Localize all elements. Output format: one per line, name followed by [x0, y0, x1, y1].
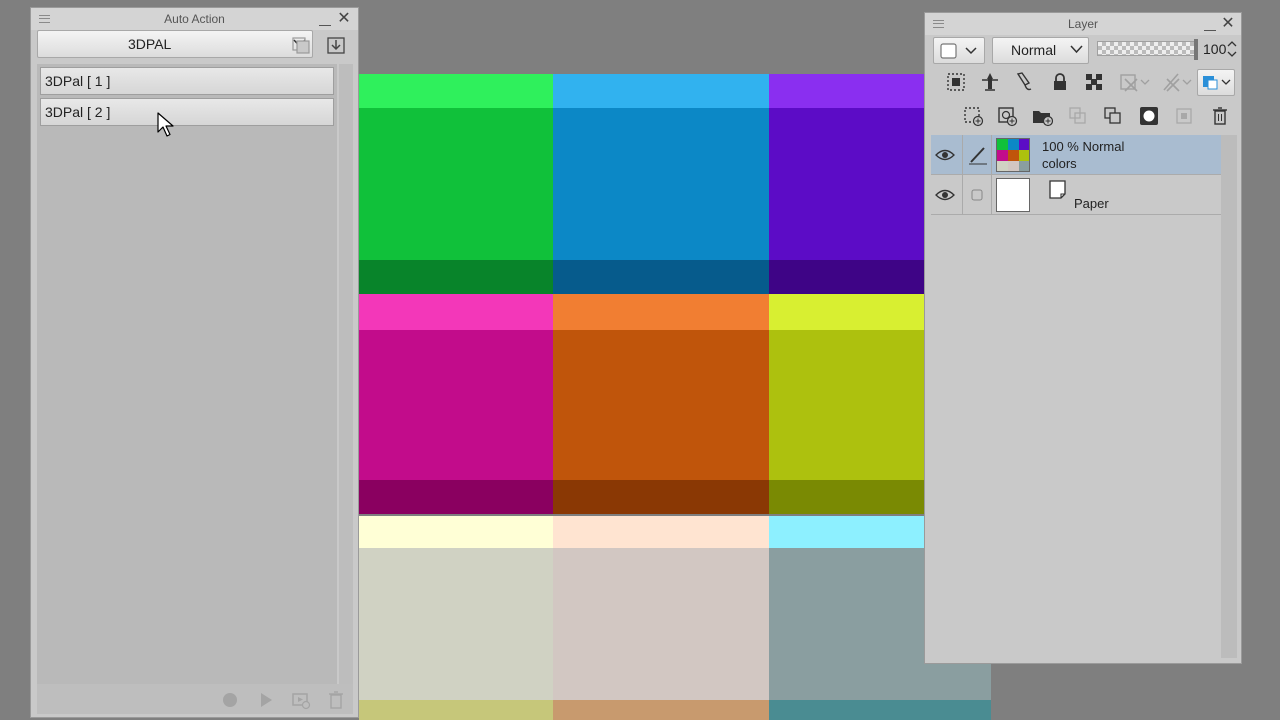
chevron-down-icon	[1070, 45, 1083, 54]
trash-icon[interactable]	[326, 690, 346, 710]
action-item-label: 3DPal [ 1 ]	[45, 73, 111, 89]
action-item[interactable]: 3DPal [ 1 ]	[40, 67, 334, 95]
swatch-mid-tone	[553, 548, 769, 700]
swatch-top-tone	[553, 294, 769, 330]
layer-name: colors	[1042, 156, 1077, 171]
eye-icon[interactable]	[935, 187, 955, 203]
blend-mode-select[interactable]: Normal	[992, 37, 1089, 64]
layer-title: Layer	[1067, 17, 1099, 31]
swatch-mid-tone	[359, 548, 553, 700]
swatch-bot-tone	[553, 480, 769, 514]
close-icon[interactable]: ✕	[1221, 15, 1235, 33]
layer-thumbnail	[996, 138, 1030, 172]
layer-thumbnail	[996, 178, 1030, 212]
swatch-top-tone	[359, 294, 553, 330]
swatch-mid-tone	[553, 330, 769, 480]
copy-set-icon[interactable]	[290, 35, 312, 55]
layer-list: 100 % Normal colors Paper	[931, 135, 1221, 658]
color-swatch-r1c2	[553, 74, 769, 294]
auto-action-titlebar[interactable]: Auto Action ✕	[31, 8, 358, 30]
layer-property-bar: Normal 100	[931, 37, 1237, 65]
new-raster-layer-icon[interactable]	[962, 105, 984, 127]
layer-color-icon	[940, 43, 977, 59]
action-item[interactable]: 3DPal [ 2 ]	[40, 98, 334, 126]
layer-thumbnail-preview	[997, 139, 1029, 171]
swatch-mid-tone	[359, 330, 553, 480]
layer-name: Paper	[1074, 196, 1109, 211]
swatch-bot-tone	[359, 260, 553, 294]
reference-layer-icon[interactable]	[979, 71, 1001, 93]
color-swatch-r1c1	[359, 74, 553, 294]
color-swatch-r2c1	[359, 294, 553, 514]
layer-mask-icon[interactable]	[1138, 105, 1160, 127]
add-action-icon[interactable]	[291, 690, 311, 710]
swatch-bot-tone	[769, 700, 991, 720]
expression-color-select[interactable]	[933, 37, 985, 64]
pen-icon	[969, 147, 987, 165]
import-icon[interactable]	[325, 35, 347, 55]
swatch-bot-tone	[359, 480, 553, 514]
merge-down-icon[interactable]	[1102, 105, 1124, 127]
action-set-select[interactable]: 3DPAL	[37, 30, 313, 58]
drawing-canvas[interactable]	[359, 74, 991, 720]
layer-color-swatch-icon	[1203, 76, 1231, 90]
panel-menu-icon[interactable]	[933, 20, 944, 28]
draft-layer-icon[interactable]	[1013, 71, 1035, 93]
close-icon[interactable]: ✕	[337, 10, 351, 28]
action-set-name: 3DPAL	[128, 36, 172, 52]
layer-mode-label: 100 % Normal	[1042, 139, 1125, 154]
record-icon[interactable]	[220, 690, 240, 710]
checkbox-icon	[971, 189, 983, 201]
swatch-mid-tone	[359, 108, 553, 260]
swatch-top-tone	[359, 516, 553, 548]
layer-edit-column[interactable]	[962, 135, 992, 175]
color-swatch-r2c2	[553, 294, 769, 514]
action-list-scrollbar[interactable]	[339, 64, 353, 684]
transfer-down-icon[interactable]	[1067, 105, 1089, 127]
swatch-top-tone	[553, 516, 769, 548]
mouse-cursor-icon	[157, 112, 174, 137]
action-list: 3DPal [ 1 ] 3DPal [ 2 ]	[37, 64, 337, 684]
mask-enable-icon[interactable]	[1119, 71, 1153, 93]
paper-layer-icon	[1049, 180, 1066, 199]
swatch-bot-tone	[553, 700, 769, 720]
color-swatch-r3c1	[359, 516, 553, 720]
eye-icon[interactable]	[935, 147, 955, 163]
layer-row-paper[interactable]: Paper	[931, 175, 1221, 215]
lock-icon[interactable]	[1049, 71, 1071, 93]
layer-panel: Layer ✕ Normal 100 100 % Normal colors P…	[924, 12, 1242, 664]
action-item-label: 3DPal [ 2 ]	[45, 104, 111, 120]
layer-edit-column[interactable]	[962, 175, 992, 215]
play-icon[interactable]	[256, 690, 276, 710]
auto-action-title: Auto Action	[164, 12, 225, 26]
clip-layer-icon[interactable]	[945, 71, 967, 93]
new-vector-layer-icon[interactable]	[996, 105, 1018, 127]
layer-row-colors[interactable]: 100 % Normal colors	[931, 135, 1221, 175]
opacity-slider[interactable]	[1097, 39, 1198, 60]
minimize-icon[interactable]	[1204, 17, 1216, 31]
new-folder-icon[interactable]	[1031, 105, 1053, 127]
opacity-slider-handle[interactable]	[1194, 39, 1198, 60]
ruler-enable-icon[interactable]	[1161, 71, 1195, 93]
layer-titlebar[interactable]: Layer ✕	[925, 13, 1241, 35]
swatch-bot-tone	[359, 700, 553, 720]
swatch-bot-tone	[553, 260, 769, 294]
minimize-icon[interactable]	[319, 12, 331, 26]
opacity-value[interactable]: 100	[1203, 41, 1226, 57]
opacity-spinner-icon[interactable]	[1227, 39, 1237, 59]
delete-layer-icon[interactable]	[1209, 105, 1231, 127]
auto-action-bottom-bar	[37, 684, 353, 714]
layer-list-scrollbar[interactable]	[1221, 135, 1237, 658]
swatch-top-tone	[359, 74, 553, 108]
color-swatch-r3c2	[553, 516, 769, 720]
auto-action-panel: Auto Action ✕ 3DPAL 3DPal [ 1 ] 3DPal [ …	[30, 7, 359, 718]
apply-mask-icon[interactable]	[1174, 105, 1196, 127]
swatch-mid-tone	[553, 108, 769, 260]
lock-transparent-icon[interactable]	[1083, 71, 1105, 93]
layer-color-select[interactable]	[1197, 69, 1235, 96]
swatch-top-tone	[553, 74, 769, 108]
blend-mode-value: Normal	[1011, 42, 1057, 58]
panel-menu-icon[interactable]	[39, 15, 50, 23]
